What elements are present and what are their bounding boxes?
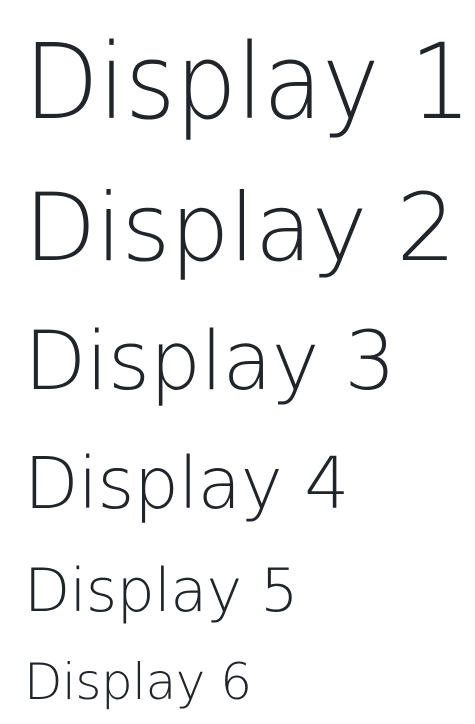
display-heading-2: Display 2 bbox=[24, 174, 456, 283]
display-heading-1: Display 1 bbox=[24, 21, 471, 143]
display-heading-4: Display 4 bbox=[24, 442, 349, 525]
display-heading-6: Display 6 bbox=[24, 653, 252, 711]
display-heading-3: Display 3 bbox=[24, 315, 396, 409]
display-heading-5: Display 5 bbox=[24, 556, 298, 626]
